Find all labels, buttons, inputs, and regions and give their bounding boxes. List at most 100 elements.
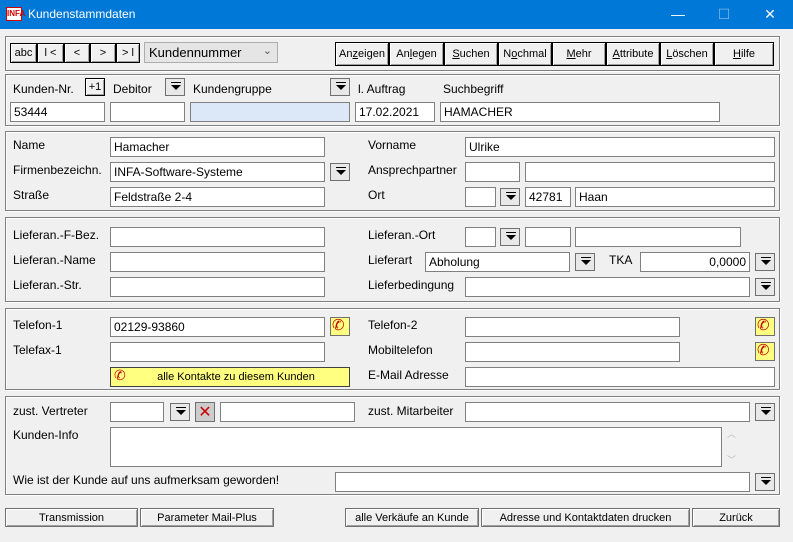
app-icon: INFA	[6, 7, 25, 21]
toolbar-label-part: uchen	[459, 48, 490, 60]
lieferan-land-field[interactable]	[465, 227, 496, 247]
mobiltelefon-field[interactable]	[465, 342, 680, 362]
dial-telefon1-icon[interactable]	[330, 316, 350, 336]
back-button[interactable]: Zurück	[692, 508, 780, 527]
first-record-button[interactable]: l <	[37, 43, 64, 63]
auftrag-field[interactable]: 17.02.2021	[355, 102, 435, 122]
lieferbedingung-dropdown-button[interactable]	[755, 278, 775, 296]
title-bar: INFA Kundenstammdaten — ☐ ✕	[0, 0, 793, 29]
name-label: Name	[13, 138, 46, 152]
plz-field[interactable]: 42781	[525, 187, 571, 207]
prev-record-button[interactable]: <	[64, 43, 90, 63]
debitor-field[interactable]	[110, 102, 185, 122]
toolbar-button-anlegen[interactable]: Anlegen	[389, 42, 444, 66]
phone-icon: ✆	[114, 368, 126, 384]
vertreter-name-field[interactable]	[220, 402, 355, 422]
tka-dropdown-button[interactable]	[755, 253, 775, 271]
lieferan-name-field[interactable]	[110, 252, 325, 272]
email-field[interactable]	[465, 367, 775, 387]
vorname-label: Vorname	[368, 138, 417, 152]
kunden-nr-field[interactable]: 53444	[10, 102, 105, 122]
mobiltelefon-label: Mobiltelefon	[368, 343, 433, 357]
mailplus-button[interactable]: Parameter Mail-Plus	[140, 508, 274, 527]
toolbar-button-löschen[interactable]: Löschen	[660, 42, 714, 66]
kundengruppe-field[interactable]	[190, 102, 350, 122]
lieferan-fbez-field[interactable]	[110, 227, 325, 247]
toolbar-label-part: ilfe	[740, 48, 755, 60]
toolbar-button-nochmal[interactable]: Nochmal	[498, 42, 552, 66]
tka-field[interactable]: 0,0000	[640, 252, 750, 272]
vertreter-code-field[interactable]	[110, 402, 164, 422]
strasse-field[interactable]: Feldstraße 2-4	[110, 187, 325, 207]
toolbar-button-suchen[interactable]: Suchen	[444, 42, 498, 66]
lieferan-plz-field[interactable]	[525, 227, 571, 247]
toolbar-accelerator-key: H	[732, 48, 741, 60]
window-title: Kundenstammdaten	[28, 7, 136, 21]
next-record-button[interactable]: >	[90, 43, 116, 63]
lieferart-field[interactable]: Abholung	[425, 252, 570, 272]
verkaeufe-button[interactable]: alle Verkäufe an Kunde	[345, 508, 479, 527]
name-field[interactable]: Hamacher	[110, 137, 325, 157]
telefon1-label: Telefon-1	[13, 318, 63, 332]
toolbar-label-part: egen	[412, 48, 437, 60]
land-field[interactable]	[465, 187, 496, 207]
telefon2-field[interactable]	[465, 317, 680, 337]
debitor-dropdown-button[interactable]	[165, 78, 185, 96]
sort-select[interactable]: Kundennummer ⌄	[144, 42, 278, 63]
toolbar-label-part: eigen	[358, 48, 385, 60]
lieferan-str-field[interactable]	[110, 277, 325, 297]
lieferan-name-label: Lieferan.-Name	[13, 253, 96, 267]
last-record-button[interactable]: > l	[116, 43, 140, 63]
clear-vertreter-icon[interactable]: ✕	[195, 402, 215, 422]
kunden-info-scrollbar[interactable]: ︿ ﹀	[725, 427, 739, 467]
print-address-button[interactable]: Adresse und Kontaktdaten drucken	[481, 508, 690, 527]
toolbar-button-anzeigen[interactable]: Anzeigen	[335, 42, 389, 66]
toolbar-button-hilfe[interactable]: Hilfe	[714, 42, 774, 66]
ort-field[interactable]: Haan	[575, 187, 775, 207]
lieferan-land-dropdown-button[interactable]	[500, 228, 520, 246]
telefax-label: Telefax-1	[13, 343, 62, 357]
tka-label: TKA	[609, 253, 633, 267]
telefon1-field[interactable]: 02129-93860	[110, 317, 325, 337]
lieferart-dropdown-button[interactable]	[575, 253, 595, 271]
scroll-down-icon[interactable]: ﹀	[727, 453, 736, 466]
lieferbedingung-field[interactable]	[465, 277, 750, 297]
toolbar-button-attribute[interactable]: Attribute	[606, 42, 660, 66]
increment-button[interactable]: +1	[85, 78, 105, 96]
transmission-button[interactable]: Transmission	[5, 508, 138, 527]
firma-dropdown-button[interactable]	[330, 163, 350, 181]
ansprech-name-field[interactable]	[525, 162, 775, 182]
dial-telefon2-icon[interactable]	[755, 316, 775, 336]
abc-button[interactable]: abc	[10, 43, 37, 63]
lieferan-ort-field[interactable]	[575, 227, 741, 247]
vertreter-dropdown-button[interactable]	[170, 403, 190, 421]
ansprech-salutation-field[interactable]	[465, 162, 520, 182]
maximize-button[interactable]: ☐	[701, 0, 747, 29]
vorname-field[interactable]: Ulrike	[465, 137, 775, 157]
firma-field[interactable]: INFA-Software-Systeme	[110, 162, 325, 182]
toolbar-label-part: öschen	[672, 48, 708, 60]
suchbegriff-field[interactable]: HAMACHER	[440, 102, 720, 122]
action-toolbar: Anzeigen Anlegen Suchen Nochmal Mehr Attribut…	[335, 42, 775, 66]
kundengruppe-dropdown-button[interactable]	[330, 78, 350, 96]
aufmerksam-field[interactable]	[335, 472, 750, 492]
lieferbedingung-label: Lieferbedingung	[368, 278, 455, 292]
dial-mobil-icon[interactable]	[755, 341, 775, 361]
all-contacts-label: alle Kontakte zu diesem Kunden	[157, 371, 315, 383]
toolbar-accelerator-key: M	[566, 48, 576, 60]
close-button[interactable]: ✕	[747, 0, 793, 29]
minimize-button[interactable]: —	[655, 0, 701, 29]
kundengruppe-label: Kundengruppe	[193, 82, 272, 96]
kunden-info-textarea[interactable]	[110, 427, 722, 467]
kunden-nr-label: Kunden-Nr.	[13, 82, 74, 96]
lieferan-str-label: Lieferan.-Str.	[13, 278, 82, 292]
all-contacts-button[interactable]: ✆ alle Kontakte zu diesem Kunden	[110, 367, 350, 387]
aufmerksam-dropdown-button[interactable]	[755, 473, 775, 491]
mitarbeiter-dropdown-button[interactable]	[755, 403, 775, 421]
scroll-up-icon[interactable]: ︿	[727, 427, 736, 440]
telefon2-label: Telefon-2	[368, 318, 418, 332]
telefax-field[interactable]	[110, 342, 325, 362]
mitarbeiter-field[interactable]	[465, 402, 750, 422]
land-dropdown-button[interactable]	[500, 188, 520, 206]
toolbar-button-mehr[interactable]: Mehr	[552, 42, 606, 66]
